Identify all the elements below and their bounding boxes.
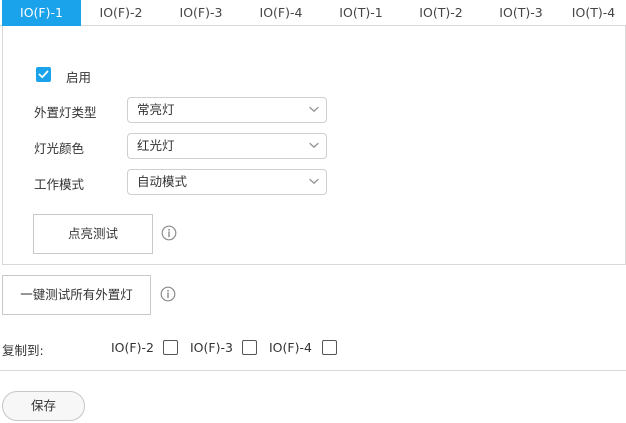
chevron-down-icon	[309, 178, 319, 184]
copy-target-label-io-f-4: IO(F)-4	[269, 340, 312, 355]
work-mode-label: 工作模式	[34, 177, 85, 192]
light-type-select[interactable]: 常亮灯	[127, 97, 327, 123]
tab-io-t-1[interactable]: IO(T)-1	[321, 0, 401, 26]
info-icon[interactable]	[160, 286, 176, 302]
light-color-select[interactable]: 红光灯	[127, 133, 327, 159]
copy-to-io-f-4-checkbox[interactable]	[322, 340, 337, 355]
chevron-down-icon	[309, 142, 319, 148]
copy-to-io-f-3-checkbox[interactable]	[242, 340, 257, 355]
tab-io-t-4[interactable]: IO(T)-4	[561, 0, 626, 26]
light-type-value: 常亮灯	[137, 102, 175, 117]
light-type-label: 外置灯类型	[34, 105, 97, 120]
work-mode-select[interactable]: 自动模式	[127, 169, 327, 195]
io-settings-panel: 启用 外置灯类型 常亮灯 灯光颜色 红光灯 工作模式 自动模式 点亮测试	[2, 26, 626, 265]
tab-io-f-4[interactable]: IO(F)-4	[241, 0, 321, 26]
copy-to-label: 复制到:	[2, 343, 44, 358]
tab-bar: IO(F)-1 IO(F)-2 IO(F)-3 IO(F)-4 IO(T)-1 …	[0, 0, 626, 26]
work-mode-value: 自动模式	[137, 174, 188, 189]
copy-target-label-io-f-2: IO(F)-2	[111, 340, 154, 355]
enable-checkbox[interactable]	[36, 67, 51, 82]
tab-io-f-3[interactable]: IO(F)-3	[161, 0, 241, 26]
copy-to-io-f-2-checkbox[interactable]	[163, 340, 178, 355]
test-all-lights-button[interactable]: 一键测试所有外置灯	[2, 275, 151, 315]
tab-io-t-3[interactable]: IO(T)-3	[481, 0, 561, 26]
tab-io-f-1[interactable]: IO(F)-1	[2, 0, 81, 26]
copy-target-label-io-f-3: IO(F)-3	[190, 340, 233, 355]
check-icon	[38, 70, 49, 79]
chevron-down-icon	[309, 106, 319, 112]
light-color-label: 灯光颜色	[34, 141, 85, 156]
light-color-value: 红光灯	[137, 138, 175, 153]
light-test-button[interactable]: 点亮测试	[33, 214, 153, 254]
info-icon[interactable]	[161, 225, 177, 241]
save-button[interactable]: 保存	[2, 391, 85, 421]
tab-io-t-2[interactable]: IO(T)-2	[401, 0, 481, 26]
section-divider	[0, 370, 626, 371]
enable-label: 启用	[66, 70, 92, 85]
tab-io-f-2[interactable]: IO(F)-2	[81, 0, 161, 26]
